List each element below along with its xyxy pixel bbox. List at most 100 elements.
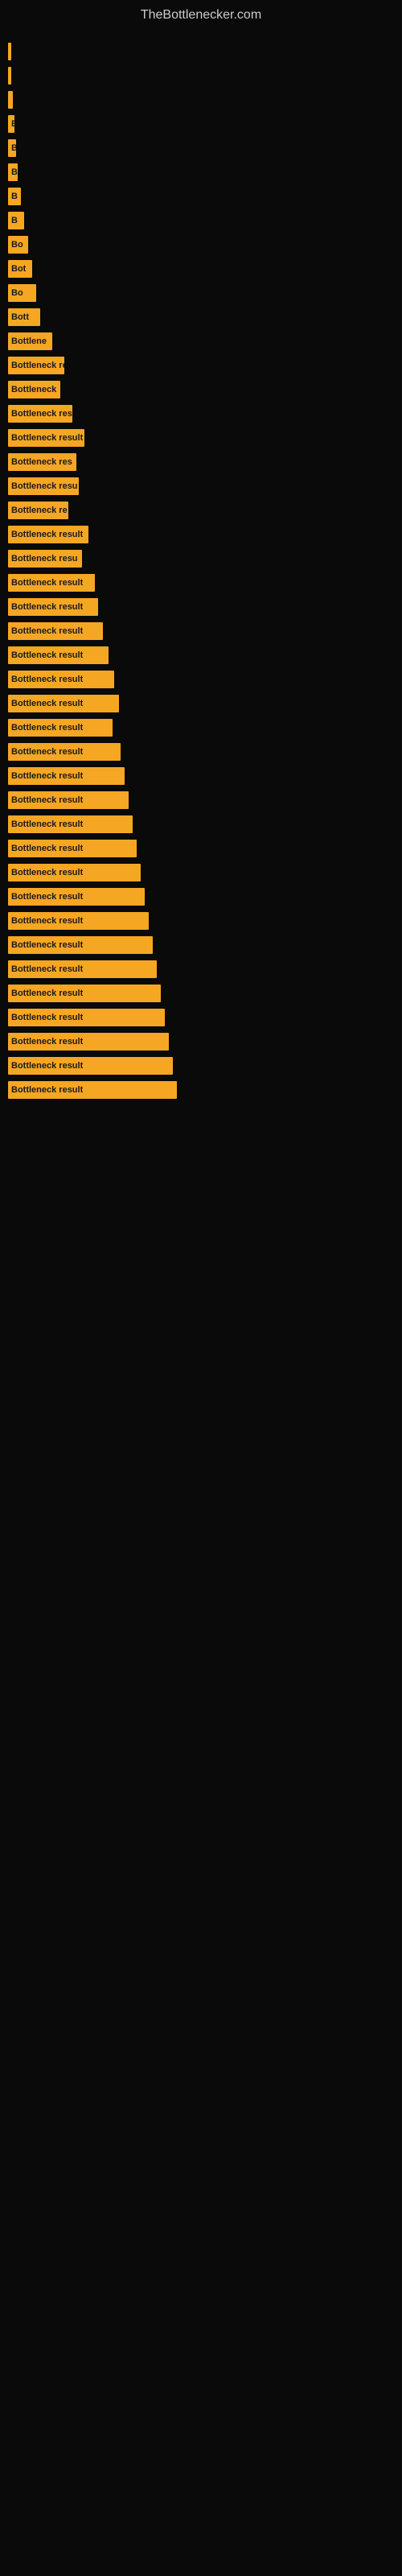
bar-row: Bottleneck result	[8, 646, 394, 664]
bar-row: Bottleneck result	[8, 743, 394, 761]
bar-item: Bottleneck result	[8, 912, 149, 930]
bar-label: Bottleneck result	[11, 530, 83, 539]
bar-label: Bottleneck result	[11, 1061, 83, 1071]
bar-row	[8, 43, 394, 60]
bar-row: Bottleneck result	[8, 574, 394, 592]
bar-label: Bottleneck resu	[11, 481, 78, 491]
bar-item: Bottleneck result	[8, 767, 125, 785]
bar-label: Bottleneck result	[11, 989, 83, 998]
bar-label: Bottleneck result	[11, 964, 83, 974]
bar-label: B	[11, 192, 18, 201]
bar-item: Bottleneck re	[8, 502, 68, 519]
bar-row: Bottleneck result	[8, 864, 394, 881]
bar-item: Bottleneck result	[8, 719, 113, 737]
bar-item: Bottleneck result	[8, 815, 133, 833]
bar-row: Bottleneck result	[8, 1033, 394, 1051]
bar-label: Bottleneck res	[11, 457, 72, 467]
bar-label: Bottleneck re	[11, 361, 64, 370]
bar-row: B	[8, 188, 394, 205]
bar-label: B	[11, 167, 18, 177]
bar-item: B	[8, 163, 18, 181]
bar-item: Bottleneck result	[8, 985, 161, 1002]
bar-row: Bottleneck result	[8, 622, 394, 640]
site-title-container: TheBottlenecker.com	[0, 0, 402, 27]
bar-row: Bottleneck result	[8, 767, 394, 785]
bar-label: Bottleneck result	[11, 626, 83, 636]
bar-item	[8, 91, 13, 109]
bar-label: Bottleneck result	[11, 699, 83, 708]
bar-row: B	[8, 139, 394, 157]
bar-row: Bottleneck result	[8, 695, 394, 712]
bar-item: Bottleneck result	[8, 1009, 165, 1026]
bar-row: Bottleneck result	[8, 960, 394, 978]
bar-label: Bo	[11, 240, 23, 250]
bar-label: Bottleneck result	[11, 771, 83, 781]
bar-label: Bottleneck result	[11, 916, 83, 926]
bar-item: B	[8, 188, 21, 205]
bar-label: Bottleneck result	[11, 868, 83, 877]
bar-row: Bott	[8, 308, 394, 326]
bars-container: BBBBBBoBotBoBottBottleneBottleneck reBot…	[0, 27, 402, 1113]
bar-row: Bottleneck result	[8, 840, 394, 857]
bar-label: Bott	[11, 312, 29, 322]
bar-item: Bo	[8, 236, 28, 254]
bar-row: Bottleneck result	[8, 936, 394, 954]
bar-item	[8, 67, 11, 85]
bar-row: Bottleneck result	[8, 1057, 394, 1075]
bar-item: Bottleneck result	[8, 622, 103, 640]
bar-item: Bottleneck result	[8, 526, 88, 543]
bar-label: Bot	[11, 264, 26, 274]
bar-item: Bottleneck result	[8, 695, 119, 712]
bar-row: B	[8, 115, 394, 133]
bar-item	[8, 43, 11, 60]
bar-label: Bottleneck result	[11, 844, 83, 853]
bar-row: B	[8, 163, 394, 181]
bar-item: Bottleneck result	[8, 1033, 169, 1051]
bar-item: Bottleneck result	[8, 646, 109, 664]
bar-row: Bottleneck result	[8, 791, 394, 809]
bar-item: Bottlene	[8, 332, 52, 350]
bar-item: Bottleneck result	[8, 864, 141, 881]
bar-item: Bot	[8, 260, 32, 278]
bar-label: Bottlene	[11, 336, 47, 346]
bar-item: Bottleneck result	[8, 574, 95, 592]
bar-row: Bottleneck result	[8, 671, 394, 688]
bar-row: Bot	[8, 260, 394, 278]
bar-row: Bo	[8, 236, 394, 254]
bar-label: Bottleneck result	[11, 819, 83, 829]
bar-row: Bottleneck result	[8, 888, 394, 906]
bar-label: Bottleneck result	[11, 1013, 83, 1022]
bar-label: Bottleneck result	[11, 940, 83, 950]
bar-row: Bottleneck result	[8, 719, 394, 737]
bar-label: Bottleneck	[11, 385, 56, 394]
bar-label: Bottleneck result	[11, 723, 83, 733]
bar-row: Bottleneck re	[8, 357, 394, 374]
bar-label: Bottleneck result	[11, 650, 83, 660]
bar-item: B	[8, 212, 24, 229]
bar-row: Bottleneck result	[8, 985, 394, 1002]
bar-label: Bottleneck result	[11, 747, 83, 757]
bar-row: Bottleneck res	[8, 453, 394, 471]
bar-item: Bottleneck res	[8, 453, 76, 471]
bar-item: Bottleneck	[8, 381, 60, 398]
bar-item: Bottleneck result	[8, 598, 98, 616]
bar-label: Bottleneck resu	[11, 554, 78, 564]
bar-row: Bo	[8, 284, 394, 302]
bar-item: Bottleneck result	[8, 888, 145, 906]
bar-row	[8, 91, 394, 109]
bar-label: Bo	[11, 288, 23, 298]
bar-label: Bottleneck res	[11, 409, 72, 419]
bar-label: Bottleneck result	[11, 433, 83, 443]
bar-item: Bottleneck result	[8, 671, 114, 688]
bar-item: Bottleneck result	[8, 936, 153, 954]
bar-row: Bottleneck result	[8, 429, 394, 447]
bar-item: Bottleneck res	[8, 405, 72, 423]
bar-item: B	[8, 115, 14, 133]
bar-row: Bottleneck result	[8, 1081, 394, 1099]
bar-row: Bottleneck result	[8, 912, 394, 930]
bar-label: B	[11, 119, 14, 129]
bar-item: B	[8, 139, 16, 157]
bar-item: Bottleneck result	[8, 429, 84, 447]
bar-label: Bottleneck re	[11, 506, 68, 515]
site-title: TheBottlenecker.com	[0, 0, 402, 27]
